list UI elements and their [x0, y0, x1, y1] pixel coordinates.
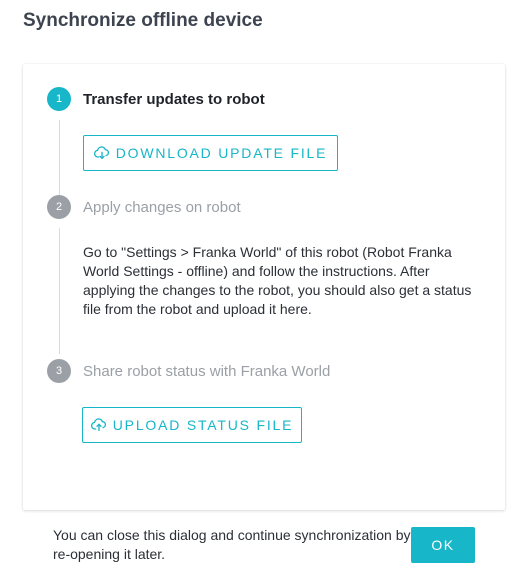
footer-message: You can close this dialog and continue s…	[53, 527, 411, 562]
upload-button-label: UPLOAD STATUS FILE	[112, 417, 294, 433]
cloud-download-icon	[93, 146, 110, 160]
download-button-label: DOWNLOAD UPDATE FILE	[115, 145, 328, 161]
step-3-label: Share robot status with Franka World	[83, 363, 331, 380]
cloud-upload-icon	[90, 418, 107, 432]
step-3-number: 3	[47, 359, 71, 383]
step-1-label: Transfer updates to robot	[83, 91, 265, 108]
step-2-label: Apply changes on robot	[83, 199, 241, 216]
step-connector	[59, 120, 60, 198]
step-2-number: 2	[47, 195, 71, 219]
step-1-number: 1	[47, 87, 71, 111]
ok-button[interactable]: OK	[411, 527, 475, 563]
step-2-instructions: Go to "Settings > Franka World" of this …	[83, 244, 472, 317]
upload-status-file-button[interactable]: UPLOAD STATUS FILE	[82, 407, 302, 443]
steps-card: 1 Transfer updates to robot DOWNLOAD UPD…	[23, 64, 505, 510]
dialog-title: Synchronize offline device	[23, 10, 263, 31]
download-update-file-button[interactable]: DOWNLOAD UPDATE FILE	[83, 135, 338, 171]
step-connector	[59, 228, 60, 354]
